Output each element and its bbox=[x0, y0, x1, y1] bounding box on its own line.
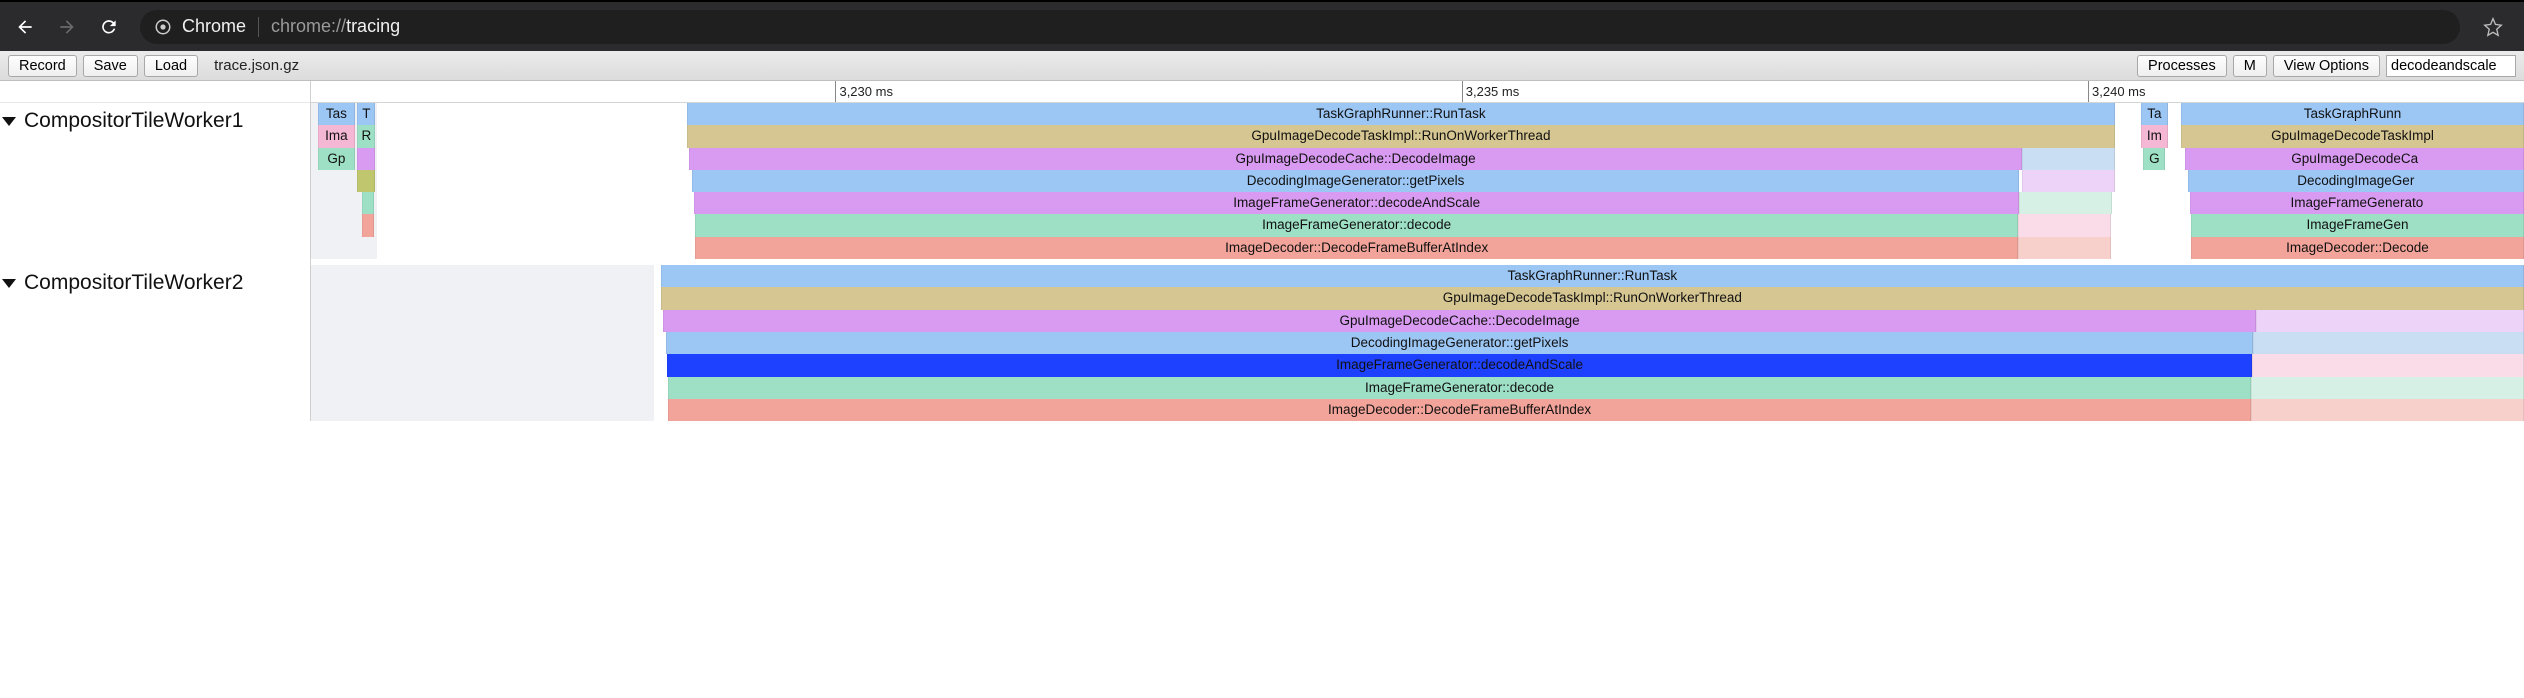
trace-slice[interactable]: ImageFrameGenerator::decodeAndScale bbox=[694, 192, 2020, 214]
trace-slice[interactable] bbox=[357, 170, 375, 192]
ruler-tick: 3,230 ms bbox=[835, 81, 892, 102]
reload-button[interactable] bbox=[92, 10, 126, 44]
trace-slice[interactable] bbox=[2018, 214, 2111, 236]
save-button[interactable]: Save bbox=[83, 55, 138, 77]
tracing-toolbar: Record Save Load trace.json.gz Processes… bbox=[0, 51, 2524, 81]
trace-slice[interactable]: ImageFrameGenerator::decodeAndScale bbox=[667, 354, 2252, 376]
trace-slice[interactable]: GpuImageDecodeCache::DecodeImage bbox=[663, 310, 2256, 332]
arrow-right-icon bbox=[57, 17, 77, 37]
trace-slice[interactable] bbox=[2022, 148, 2115, 170]
star-icon bbox=[2483, 17, 2503, 37]
thread-sidebar: CompositorTileWorker1 CompositorTileWorke… bbox=[0, 81, 311, 421]
load-button[interactable]: Load bbox=[144, 55, 198, 77]
chrome-site-icon bbox=[154, 18, 172, 36]
ruler-tick: 3,235 ms bbox=[1462, 81, 1519, 102]
trace-filename: trace.json.gz bbox=[214, 57, 299, 74]
trace-slice[interactable]: GpuImageDecodeTaskImpl::RunOnWorkerThrea… bbox=[687, 125, 2114, 147]
trace-slice[interactable]: TaskGraphRunner::RunTask bbox=[687, 103, 2114, 125]
processes-button[interactable]: Processes bbox=[2137, 55, 2227, 77]
trace-slice[interactable]: ImageFrameGen bbox=[2191, 214, 2524, 236]
trace-slice[interactable] bbox=[2253, 332, 2524, 354]
timeline-panel[interactable]: 3,230 ms 3,235 ms 3,240 ms TasT TaskGraphRu… bbox=[311, 81, 2524, 421]
chevron-down-icon bbox=[2, 117, 16, 126]
browser-chrome-bar: Chrome chrome://tracing bbox=[0, 0, 2524, 51]
trace-slice[interactable]: ImageDecoder::DecodeFrameBufferAtIndex bbox=[668, 399, 2250, 421]
reload-icon bbox=[99, 17, 119, 37]
trace-slice[interactable] bbox=[362, 192, 374, 214]
trace-slice[interactable]: ImageFrameGenerator::decode bbox=[695, 214, 2018, 236]
thread-name: CompositorTileWorker1 bbox=[24, 109, 243, 133]
trace-slice[interactable]: TaskGraphRunner::RunTask bbox=[661, 265, 2524, 287]
m-button[interactable]: M bbox=[2233, 55, 2267, 77]
trace-slice[interactable]: ImageDecoder::Decode bbox=[2191, 237, 2524, 259]
trace-slice[interactable]: GpuImageDecodeTaskImpl::RunOnWorkerThrea… bbox=[661, 287, 2524, 309]
trace-slice[interactable] bbox=[2022, 170, 2115, 192]
trace-slice[interactable]: DecodingImageGer bbox=[2188, 170, 2524, 192]
trace-slice[interactable] bbox=[2019, 192, 2112, 214]
trace-slice[interactable] bbox=[2251, 399, 2524, 421]
thread-name: CompositorTileWorker2 bbox=[24, 271, 243, 295]
thread-header[interactable]: CompositorTileWorker1 bbox=[0, 103, 310, 139]
trace-slice[interactable] bbox=[2252, 354, 2524, 376]
trace-slice[interactable]: Im bbox=[2141, 125, 2168, 147]
ruler-tick: 3,240 ms bbox=[2088, 81, 2145, 102]
trace-slice[interactable] bbox=[2251, 377, 2524, 399]
url-text: chrome://tracing bbox=[271, 16, 400, 37]
address-product: Chrome bbox=[182, 16, 246, 37]
view-options-button[interactable]: View Options bbox=[2273, 55, 2380, 77]
trace-slice[interactable]: T bbox=[357, 103, 375, 125]
trace-slice[interactable]: DecodingImageGenerator::getPixels bbox=[666, 332, 2253, 354]
main-area: CompositorTileWorker1 CompositorTileWorke… bbox=[0, 81, 2524, 421]
trace-slice[interactable] bbox=[357, 148, 375, 170]
search-input[interactable] bbox=[2386, 55, 2516, 77]
trace-slice[interactable]: TaskGraphRunn bbox=[2181, 103, 2524, 125]
trace-slice[interactable] bbox=[2018, 237, 2111, 259]
trace-slice[interactable]: GpuImageDecodeTaskImpl bbox=[2181, 125, 2524, 147]
thread-header[interactable]: CompositorTileWorker2 bbox=[0, 265, 310, 301]
trace-slice[interactable]: Gp bbox=[318, 148, 356, 170]
forward-button[interactable] bbox=[50, 10, 84, 44]
trace-slice[interactable]: ImageDecoder::DecodeFrameBufferAtIndex bbox=[695, 237, 2018, 259]
address-bar[interactable]: Chrome chrome://tracing bbox=[140, 10, 2460, 44]
bookmark-button[interactable] bbox=[2476, 10, 2510, 44]
trace-slice[interactable] bbox=[362, 214, 374, 236]
trace-slice[interactable]: Ima bbox=[318, 125, 356, 147]
time-ruler: 3,230 ms 3,235 ms 3,240 ms bbox=[311, 81, 2524, 103]
trace-slice[interactable]: ImageFrameGenerator::decode bbox=[668, 377, 2250, 399]
record-button[interactable]: Record bbox=[8, 55, 77, 77]
trace-slice[interactable]: GpuImageDecodeCa bbox=[2185, 148, 2524, 170]
trace-slice[interactable]: ImageFrameGenerato bbox=[2190, 192, 2524, 214]
trace-slice[interactable]: G bbox=[2143, 148, 2165, 170]
trace-slice[interactable]: R bbox=[357, 125, 375, 147]
back-button[interactable] bbox=[8, 10, 42, 44]
trace-slice[interactable]: GpuImageDecodeCache::DecodeImage bbox=[689, 148, 2021, 170]
address-separator bbox=[258, 17, 259, 37]
arrow-left-icon bbox=[15, 17, 35, 37]
trace-slice[interactable] bbox=[2256, 310, 2524, 332]
trace-slice[interactable]: DecodingImageGenerator::getPixels bbox=[692, 170, 2020, 192]
chevron-down-icon bbox=[2, 279, 16, 288]
trace-slice[interactable]: Ta bbox=[2141, 103, 2168, 125]
trace-slice[interactable]: Tas bbox=[318, 103, 356, 125]
